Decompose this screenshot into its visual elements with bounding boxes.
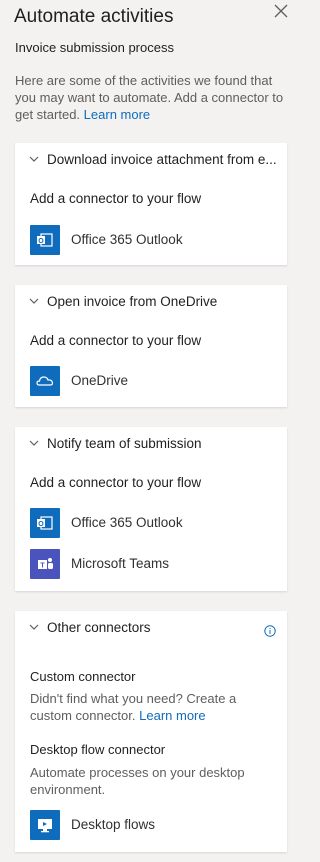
connector-desktop-flows[interactable]: Desktop flows: [30, 810, 277, 840]
activity-card-title: Notify team of submission: [47, 436, 202, 451]
connector-label: Office 365 Outlook: [71, 515, 183, 530]
connector-teams[interactable]: T Microsoft Teams: [30, 549, 277, 579]
chevron-down-icon: [29, 440, 39, 446]
svg-text:O: O: [38, 521, 44, 528]
svg-text:T: T: [40, 563, 45, 570]
add-connector-label: Add a connector to your flow: [30, 475, 202, 490]
onedrive-icon: [30, 366, 60, 396]
outlook-icon: O: [30, 508, 60, 538]
connector-label: Office 365 Outlook: [71, 232, 183, 247]
add-connector-label: Add a connector to your flow: [30, 333, 202, 348]
custom-learn-more-link[interactable]: Learn more: [139, 708, 205, 723]
other-connectors-header[interactable]: Other connectors: [15, 611, 287, 645]
desktop-flows-icon: [30, 810, 60, 840]
activity-card-title: Download invoice attachment from e...: [47, 152, 277, 167]
activity-card: Notify team of submission Add a connecto…: [15, 427, 287, 591]
activity-card-header[interactable]: Download invoice attachment from e...: [15, 143, 287, 177]
svg-text:O: O: [38, 238, 44, 245]
intro-text: Here are some of the activities we found…: [15, 72, 285, 123]
info-icon[interactable]: [264, 625, 276, 637]
panel-title: Automate activities: [14, 6, 174, 27]
chevron-down-icon: [29, 298, 39, 304]
other-connectors-title: Other connectors: [47, 620, 151, 635]
desktop-flow-text: Automate processes on your desktop envir…: [30, 765, 245, 797]
teams-icon: T: [30, 549, 60, 579]
chevron-down-icon: [29, 156, 39, 162]
connector-label: OneDrive: [71, 373, 129, 388]
chevron-down-icon: [29, 624, 39, 630]
custom-connector-title: Custom connector: [30, 669, 136, 684]
outlook-icon: O: [30, 225, 60, 255]
close-icon[interactable]: [274, 4, 288, 18]
add-connector-label: Add a connector to your flow: [30, 191, 202, 206]
panel-subtitle: Invoice submission process: [15, 40, 174, 55]
connector-outlook[interactable]: O Office 365 Outlook: [30, 508, 277, 538]
desktop-flow-title: Desktop flow connector: [30, 742, 166, 757]
connector-label: Desktop flows: [71, 817, 156, 832]
activity-card-title: Open invoice from OneDrive: [47, 294, 218, 309]
panel-header: Automate activities: [14, 6, 299, 28]
connector-onedrive[interactable]: OneDrive: [30, 366, 277, 396]
activity-card-header[interactable]: Notify team of submission: [15, 427, 287, 461]
connector-outlook[interactable]: O Office 365 Outlook: [30, 225, 277, 255]
other-connectors-card: Other connectors Custom connector Didn't…: [15, 611, 287, 852]
activity-card: Open invoice from OneDrive Add a connect…: [15, 285, 287, 407]
custom-connector-text: Didn't find what you need? Create a cust…: [30, 690, 275, 724]
activity-card: Download invoice attachment from e... Ad…: [15, 143, 287, 265]
connector-label: Microsoft Teams: [71, 556, 170, 571]
intro-learn-more-link[interactable]: Learn more: [84, 107, 150, 122]
activity-card-header[interactable]: Open invoice from OneDrive: [15, 285, 287, 319]
